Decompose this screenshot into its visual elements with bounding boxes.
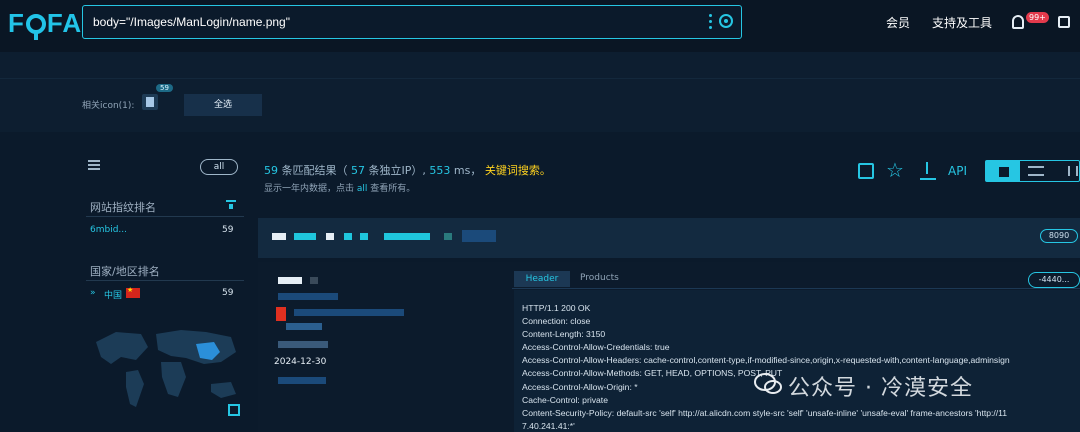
- all-data-link[interactable]: all: [357, 184, 368, 194]
- funnel-icon[interactable]: [226, 200, 236, 209]
- fofa-logo[interactable]: F FA: [8, 8, 82, 40]
- redacted-block: [276, 307, 286, 321]
- fingerprint-item-label[interactable]: 6mbid...: [90, 225, 127, 235]
- result-card-header[interactable]: [258, 218, 1080, 258]
- filter-settings-icon[interactable]: [88, 160, 100, 170]
- fingerprint-item-count: 59: [222, 225, 234, 235]
- redacted-block: [326, 233, 334, 240]
- redacted-block: [272, 233, 286, 240]
- download-icon[interactable]: [920, 162, 936, 180]
- note-prefix: 显示一年内数据，点击: [264, 184, 355, 194]
- all-toggle-button[interactable]: all: [200, 159, 238, 175]
- redacted-block: [294, 233, 316, 240]
- fingerprint-ranking-title: 网站指纹排名: [90, 201, 156, 214]
- notification-badge: 99+: [1026, 12, 1049, 23]
- country-ranking-title: 国家/地区排名: [90, 265, 160, 278]
- map-africa: [161, 362, 186, 397]
- china-flag-icon: [126, 286, 140, 298]
- map-australia: [211, 382, 236, 398]
- redacted-block: [278, 277, 302, 284]
- match-label: 条匹配结果（: [281, 164, 348, 177]
- api-button[interactable]: API: [948, 164, 967, 178]
- favicon-thumbnail-icon[interactable]: [142, 94, 158, 110]
- more-options-icon[interactable]: [709, 14, 713, 30]
- view-toggle: [985, 160, 1080, 182]
- result-date: 2024-12-30: [274, 357, 327, 367]
- nav-member-link[interactable]: 会员: [886, 14, 910, 31]
- redacted-block: [360, 233, 368, 240]
- star-icon[interactable]: ☆: [886, 158, 904, 182]
- tab-header[interactable]: Header: [514, 271, 570, 287]
- port-badge[interactable]: 8090: [1040, 229, 1078, 243]
- sidebar: all 网站指纹排名 6mbid... 59 国家/地区排名 » 中国 59: [78, 150, 250, 432]
- redacted-block: [444, 233, 452, 240]
- query-time: 553: [429, 164, 451, 177]
- search-icon[interactable]: [719, 14, 733, 28]
- header-line: 7.40.241.41:*': [522, 420, 575, 431]
- related-icons-label: 相关icon(1):: [82, 101, 135, 111]
- language-icon[interactable]: [1058, 16, 1070, 28]
- expand-icon[interactable]: [228, 404, 240, 416]
- map-eurasia: [156, 330, 236, 364]
- redacted-block: [278, 293, 338, 300]
- chevron-right-icon: »: [90, 288, 96, 298]
- divider: [86, 216, 244, 217]
- bell-icon[interactable]: [1012, 15, 1024, 29]
- http-headers-panel: HTTP/1.1 200 OK Connection: close Conten…: [514, 290, 1080, 432]
- redacted-block: [278, 341, 328, 348]
- tab-products[interactable]: Products: [580, 273, 619, 283]
- redacted-block: [294, 309, 404, 316]
- header-line: Content-Length: 3150: [522, 329, 606, 340]
- keyword-search-link[interactable]: 关键词搜索。: [485, 164, 551, 177]
- redacted-block: [462, 230, 496, 242]
- grid-view-icon[interactable]: [986, 161, 1020, 181]
- redacted-block: [384, 233, 430, 240]
- divider: [86, 280, 244, 281]
- select-all-button[interactable]: 全选: [184, 94, 262, 116]
- world-map[interactable]: [86, 312, 246, 422]
- search-box[interactable]: body="/Images/ManLogin/name.png": [82, 5, 742, 39]
- certificate-id-badge[interactable]: -4440...: [1028, 272, 1080, 288]
- subheader-band: [0, 52, 1080, 78]
- list-view-icon[interactable]: [1028, 166, 1044, 176]
- redacted-block: [344, 233, 352, 240]
- match-count: 59: [264, 164, 278, 177]
- header-line: Content-Security-Policy: default-src 'se…: [522, 407, 1008, 418]
- note-suffix: 查看所有。: [370, 184, 416, 194]
- unique-ip-label: 条独立IP）,: [368, 164, 426, 177]
- result-summary: 59 条匹配结果（ 57 条独立IP）, 553 ms， 关键词搜索。: [264, 162, 551, 178]
- redacted-block: [310, 277, 318, 284]
- wechat-icon: [754, 373, 782, 394]
- header-line: Access-Control-Allow-Headers: cache-cont…: [522, 355, 1010, 366]
- search-input[interactable]: body="/Images/ManLogin/name.png": [93, 15, 290, 29]
- icon-count-badge: 59: [156, 84, 173, 92]
- stats-view-icon[interactable]: [1068, 166, 1078, 176]
- range-note: 显示一年内数据，点击 all 查看所有。: [264, 181, 415, 194]
- unique-ip-count: 57: [351, 164, 365, 177]
- header-line: Access-Control-Allow-Credentials: true: [522, 342, 670, 353]
- redacted-block: [286, 323, 322, 330]
- map-north-america: [96, 332, 148, 364]
- watermark-text: 公众号 · 冷漠安全: [788, 376, 973, 401]
- stats-grid-icon[interactable]: [858, 163, 874, 179]
- header-line: Connection: close: [522, 316, 591, 327]
- header-line: HTTP/1.1 200 OK: [522, 303, 591, 313]
- country-item-label[interactable]: 中国: [104, 288, 122, 301]
- query-time-label: ms，: [453, 164, 482, 177]
- redacted-block: [278, 377, 326, 384]
- country-item-count: 59: [222, 288, 234, 298]
- nav-tools-link[interactable]: 支持及工具: [932, 14, 992, 31]
- map-south-america: [126, 370, 144, 407]
